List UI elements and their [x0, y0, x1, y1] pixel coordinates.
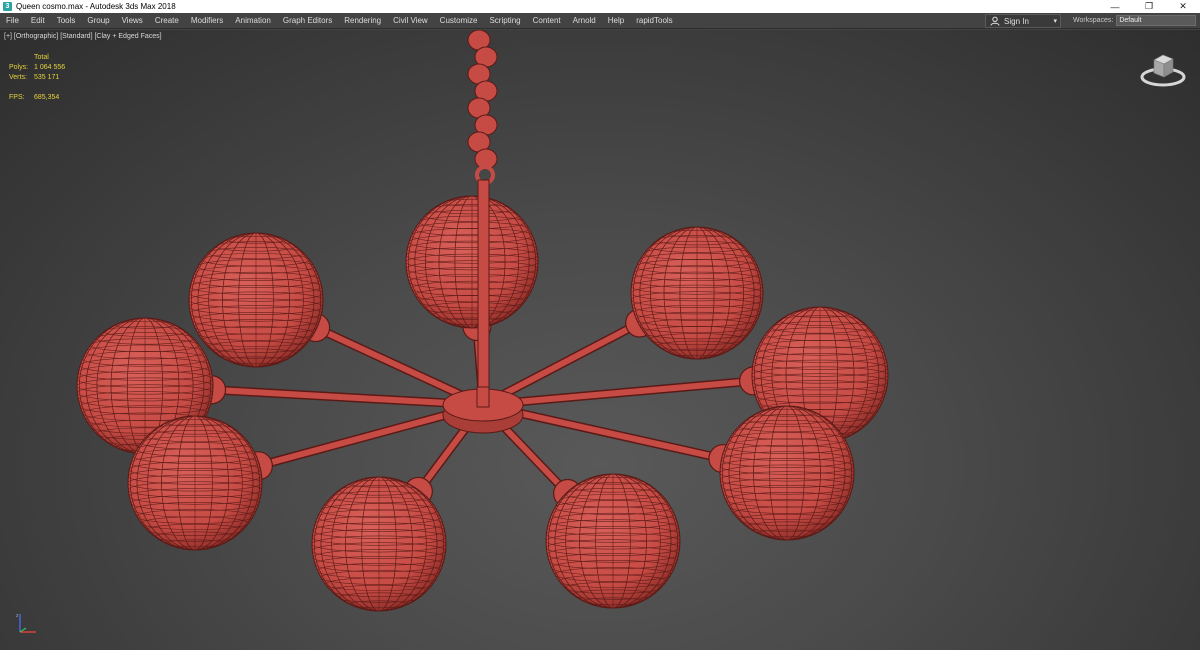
polys-label: Polys:	[9, 64, 29, 71]
menu-create[interactable]: Create	[149, 13, 185, 29]
menu-file[interactable]: File	[0, 13, 25, 29]
glass-globe-front-right	[545, 473, 681, 609]
workspaces-label: Workspaces:	[1073, 17, 1114, 24]
user-icon	[990, 16, 1000, 26]
glass-globe-front-left	[311, 476, 447, 612]
chevron-down-icon: ▾	[1053, 18, 1057, 25]
viewport-statistics: Total Polys: 1 064 556 Verts: 535 171 FP…	[9, 53, 65, 103]
glass-globe-center	[405, 195, 539, 329]
main-menu: File Edit Tools Group Views Create Modifiers An…	[0, 13, 679, 29]
close-button[interactable]: ✕	[1166, 0, 1200, 13]
minimize-button[interactable]: —	[1098, 0, 1132, 13]
fps-value: 685,354	[34, 94, 60, 101]
menu-arnold[interactable]: Arnold	[567, 13, 602, 29]
workspaces-dropdown[interactable]: Default	[1116, 15, 1197, 26]
chandelier-model[interactable]	[0, 30, 1200, 650]
menu-group[interactable]: Group	[81, 13, 115, 29]
app-logo-icon: 3	[3, 2, 12, 11]
svg-text:z: z	[16, 613, 19, 619]
window-title: Queen cosmo.max - Autodesk 3ds Max 2018	[16, 2, 176, 11]
menu-rapidtools[interactable]: rapidTools	[630, 13, 678, 29]
viewport-label-menu[interactable]: [+] [Orthographic] [Standard] [Clay + Ed…	[4, 33, 162, 40]
menu-content[interactable]: Content	[527, 13, 567, 29]
menu-rendering[interactable]: Rendering	[338, 13, 387, 29]
workspaces-selector: Workspaces: Default	[1073, 15, 1197, 26]
stats-fps-row: FPS: 685,354	[9, 93, 65, 103]
menu-scripting[interactable]: Scripting	[483, 13, 526, 29]
menu-help[interactable]: Help	[602, 13, 630, 29]
menu-customize[interactable]: Customize	[434, 13, 484, 29]
window-controls: — ❐ ✕	[1098, 0, 1200, 13]
viewcube-icon[interactable]	[1140, 50, 1186, 95]
glass-globe-right-top	[630, 226, 764, 360]
menu-views[interactable]: Views	[116, 13, 149, 29]
sign-in-label: Sign In	[1004, 16, 1029, 26]
menu-tools[interactable]: Tools	[51, 13, 82, 29]
perspective-viewport[interactable]: [+] [Orthographic] [Standard] [Clay + Ed…	[0, 30, 1200, 650]
axis-gizmo-icon: z	[16, 610, 42, 641]
menu-civil-view[interactable]: Civil View	[387, 13, 434, 29]
glass-globe-right-low	[719, 405, 855, 541]
menu-graph-editors[interactable]: Graph Editors	[277, 13, 338, 29]
center-stem	[477, 179, 490, 406]
sign-in-dropdown[interactable]: Sign In ▾	[985, 14, 1061, 28]
glass-globe-left-top	[188, 232, 324, 368]
stats-polys-row: Polys: 1 064 556	[9, 63, 65, 73]
fps-label: FPS:	[9, 94, 25, 101]
menu-bar: File Edit Tools Group Views Create Modifiers An…	[0, 13, 1200, 29]
glass-globe-left-low	[127, 415, 263, 551]
verts-label: Verts:	[9, 74, 27, 81]
title-bar: 3 Queen cosmo.max - Autodesk 3ds Max 201…	[0, 0, 1200, 13]
menu-animation[interactable]: Animation	[229, 13, 277, 29]
menu-modifiers[interactable]: Modifiers	[185, 13, 229, 29]
center-hub	[442, 386, 524, 434]
restore-button[interactable]: ❐	[1132, 0, 1166, 13]
stats-header: Total	[34, 54, 49, 61]
hanging-chain	[467, 30, 498, 185]
stats-verts-row: Verts: 535 171	[9, 73, 65, 83]
menu-edit[interactable]: Edit	[25, 13, 51, 29]
polys-value: 1 064 556	[34, 64, 66, 71]
verts-value: 535 171	[34, 74, 60, 81]
